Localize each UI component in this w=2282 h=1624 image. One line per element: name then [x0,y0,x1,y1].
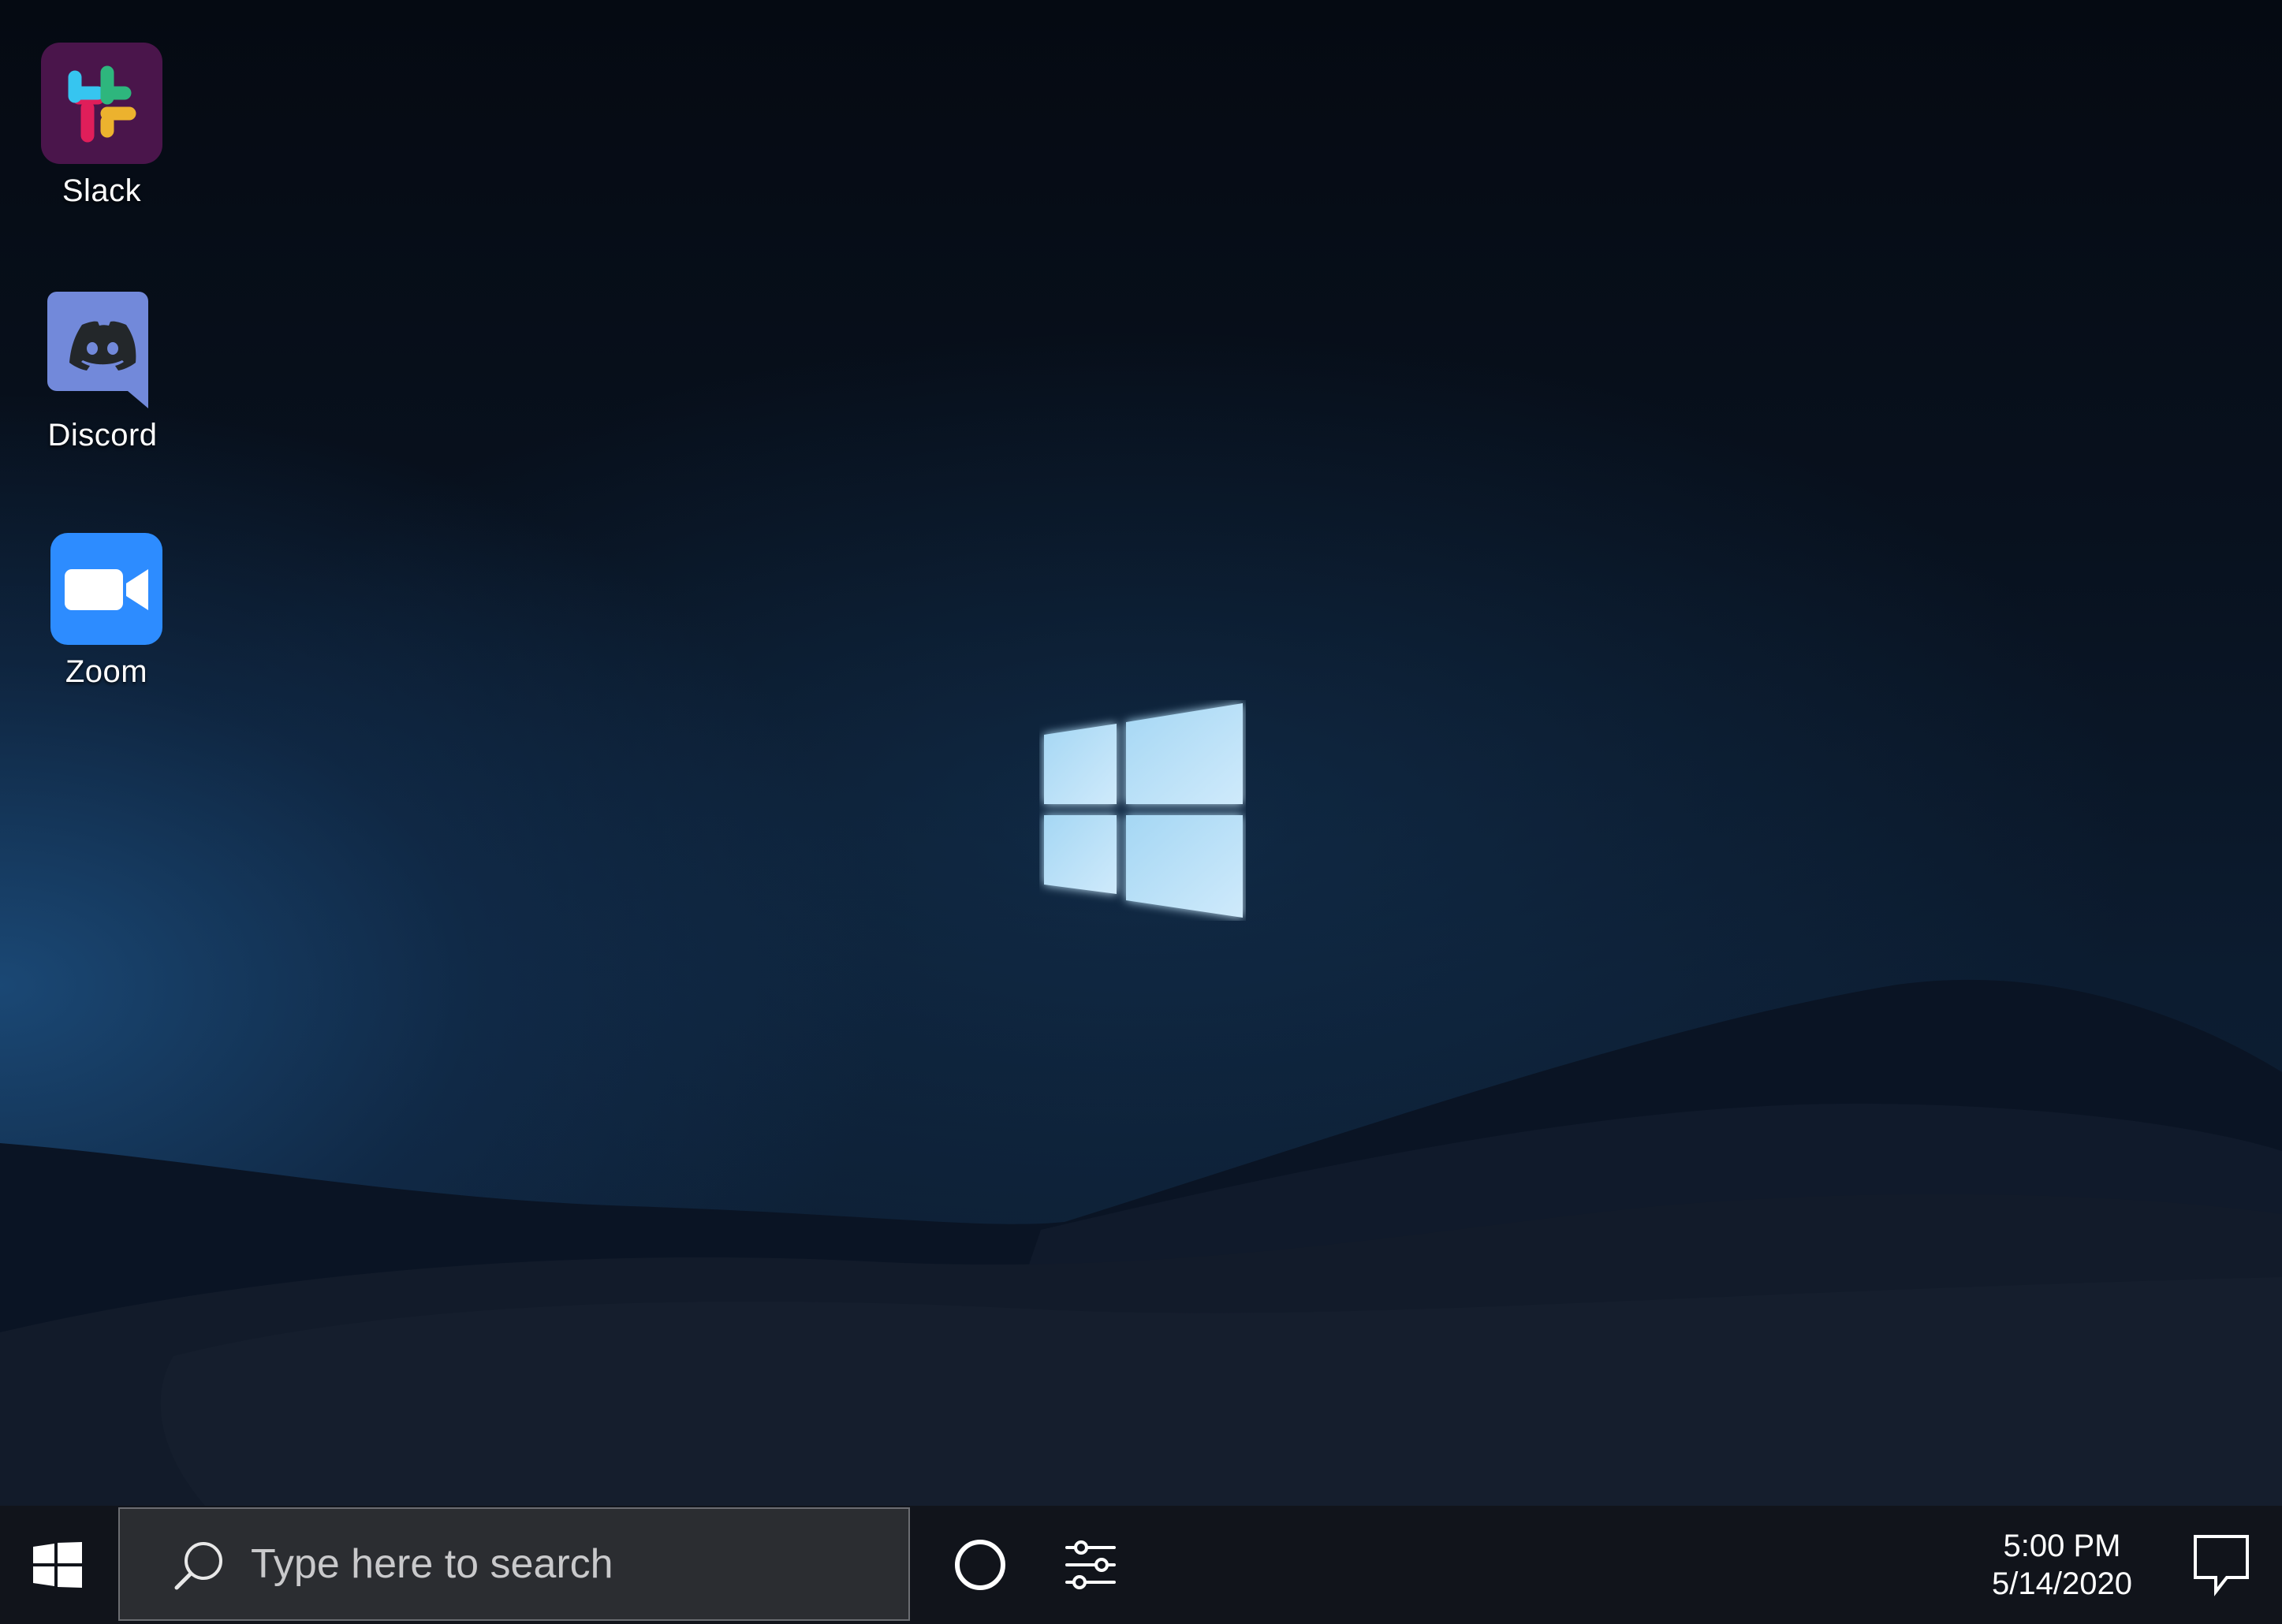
taskbar: 5:00 PM 5/14/2020 [0,1506,2282,1624]
zoom-icon [50,533,162,645]
cortana-button[interactable] [929,1506,1031,1624]
start-button[interactable] [0,1506,115,1624]
search-input[interactable] [251,1509,882,1619]
desktop-icon-label: Discord [47,418,158,453]
discord-icon [47,292,148,408]
circle-icon [955,1540,1005,1590]
clock-time: 5:00 PM [2003,1529,2121,1563]
desktop: Slack Discord Zoom [0,0,2282,1506]
slack-icon [41,43,162,164]
desktop-icon-slack[interactable]: Slack [23,43,181,209]
search-icon [174,1542,222,1590]
windows-logo [1044,703,1243,918]
desktop-icon-zoom[interactable]: Zoom [28,533,185,690]
speech-bubble-icon [2194,1535,2249,1596]
sliders-icon [1065,1540,1116,1589]
notification-button[interactable] [2178,1506,2265,1624]
desktop-icon-label: Zoom [65,654,148,689]
clock-date: 5/14/2020 [1992,1566,2132,1601]
desktop-icon-discord[interactable]: Discord [24,290,181,453]
windows-start-icon [33,1542,82,1588]
task-view-button[interactable] [1039,1506,1142,1624]
taskbar-search[interactable] [118,1507,910,1621]
taskbar-clock[interactable]: 5:00 PM 5/14/2020 [1956,1506,2168,1624]
desktop-icon-label: Slack [62,173,142,208]
